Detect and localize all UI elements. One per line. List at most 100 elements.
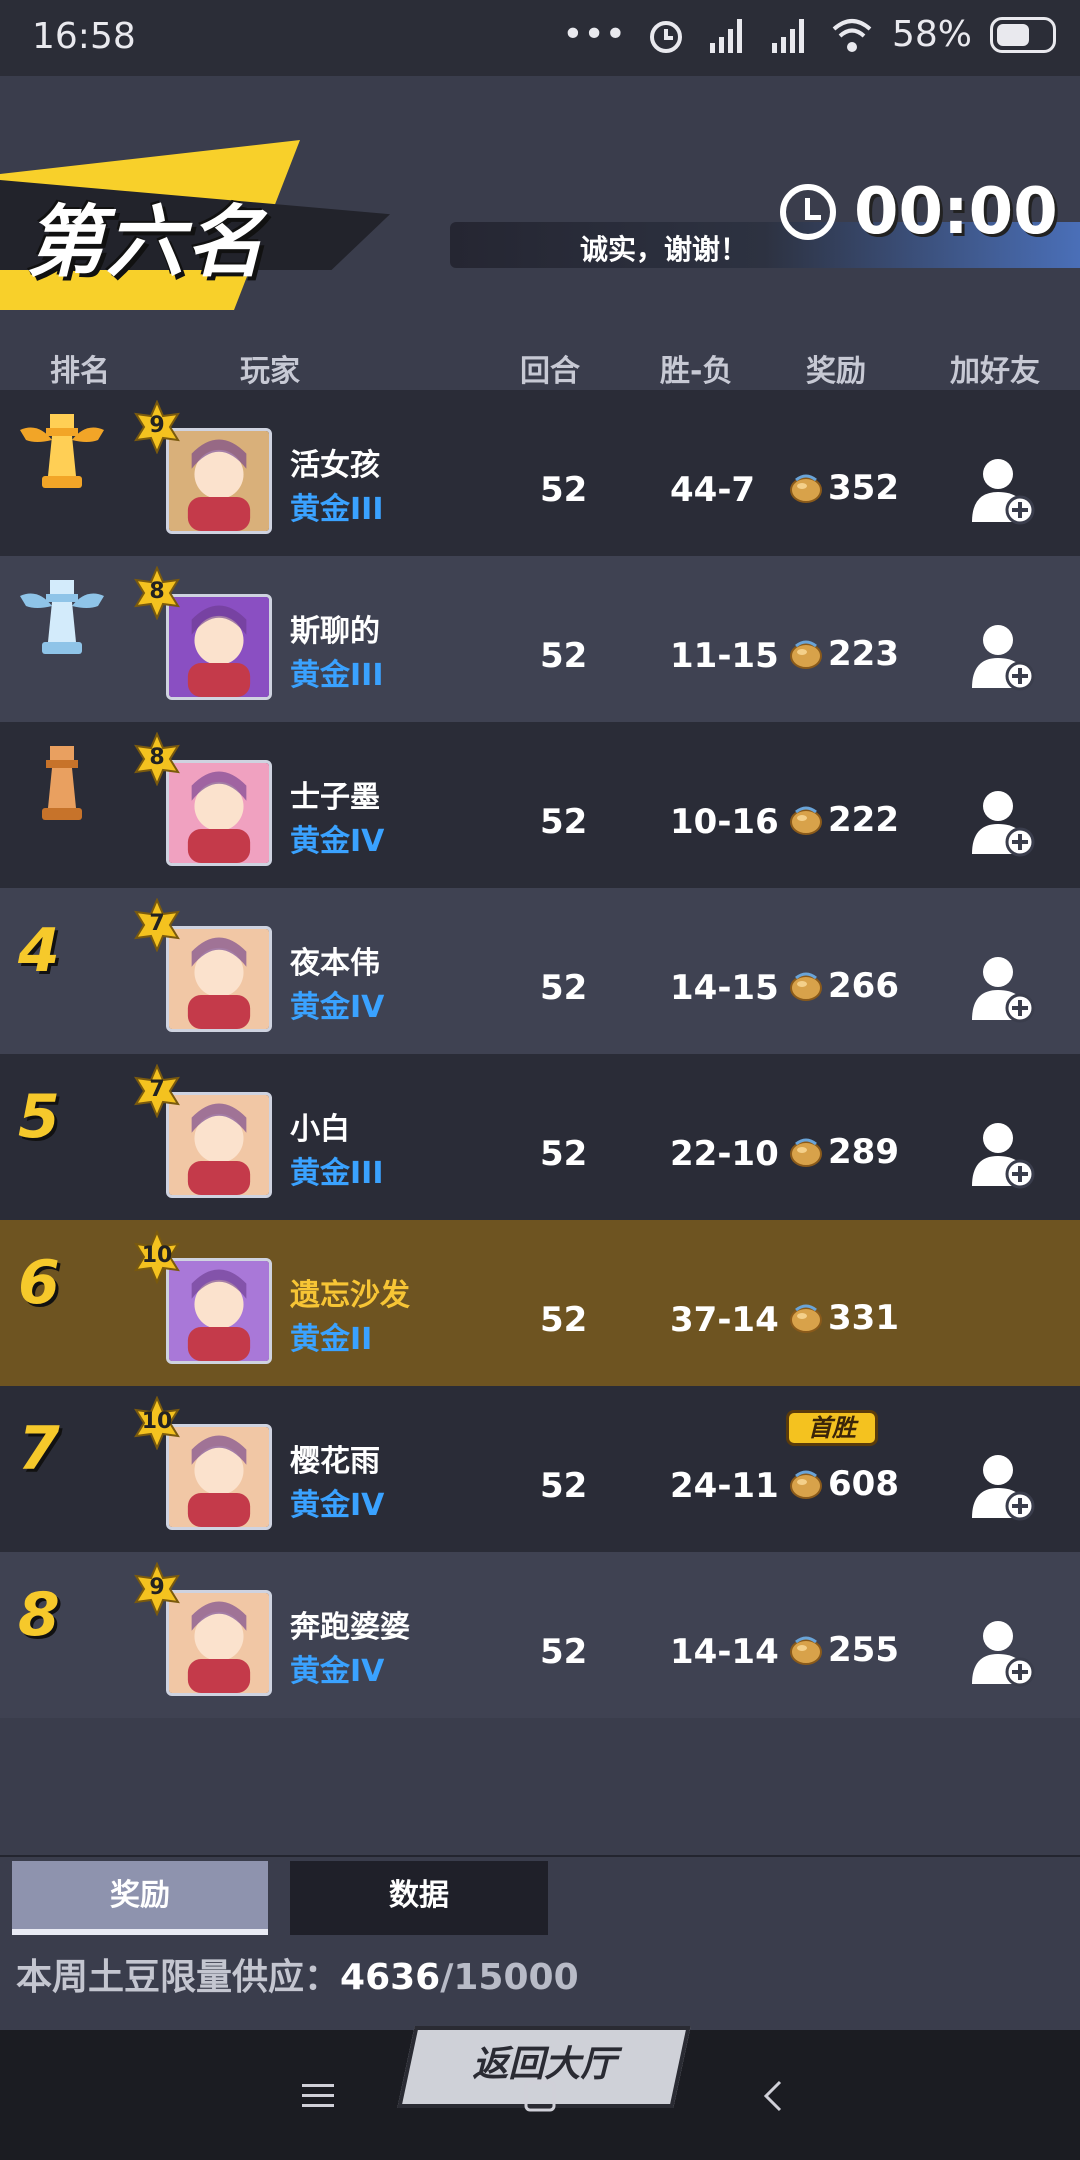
rank-number: 5 <box>18 1082 60 1152</box>
header-round: 回合 <box>520 354 580 389</box>
player-tier: 黄金IV <box>290 1654 385 1689</box>
player-name: 樱花雨 <box>290 1444 380 1479</box>
table-row: 8 9 奔跑婆婆 黄金IV 52 14-14 255 <box>0 1552 1080 1718</box>
menu-icon[interactable] <box>300 2078 336 2114</box>
level-value: 8 <box>149 745 165 770</box>
player-tier: 黄金IV <box>290 990 385 1025</box>
weekly-supply: 本周土豆限量供应：4636/15000 <box>16 1948 579 2000</box>
table-row: 5 7 小白 黄金III 52 22-10 289 <box>0 1054 1080 1220</box>
potato-coin-icon <box>790 1636 822 1665</box>
signal-icon <box>709 18 742 53</box>
potato-coin-icon <box>790 640 822 669</box>
reward-value: 222 <box>828 800 899 840</box>
reward: 331 <box>788 1298 899 1338</box>
reward-value: 255 <box>828 1630 899 1670</box>
reward: 223 <box>788 634 899 674</box>
wifi-icon <box>832 18 872 52</box>
reward-value: 331 <box>828 1298 899 1338</box>
timer: 00:00 <box>780 175 1058 249</box>
reward-value: 223 <box>828 634 899 674</box>
reward: 255 <box>788 1630 899 1670</box>
level-badge: 7 <box>130 1064 184 1118</box>
tab-data[interactable]: 数据 <box>290 1861 548 1935</box>
bottom-tabs: 奖励 数据 <box>0 1855 1080 1937</box>
table-header: 排名 玩家 回合 胜-负 奖励 加好友 <box>0 340 1080 390</box>
level-value: 9 <box>149 1575 165 1600</box>
level-badge: 7 <box>130 898 184 952</box>
reward: 608 <box>788 1464 899 1504</box>
add-friend-icon[interactable] <box>970 622 1036 692</box>
add-friend-icon[interactable] <box>970 1618 1036 1688</box>
signal-icon <box>771 18 804 53</box>
tab-reward[interactable]: 奖励 <box>12 1861 268 1935</box>
home-icon[interactable] <box>522 2078 558 2114</box>
player-name: 斯聊的 <box>290 614 380 649</box>
table-row: 1 9 活女孩 黄金III 52 44-7 <box>0 390 1080 556</box>
win-loss-value: 37-14 <box>670 1300 779 1340</box>
header-win-loss: 胜-负 <box>660 354 733 389</box>
rank-trophy-icon <box>42 746 82 820</box>
potato-coin-icon <box>790 474 822 503</box>
level-badge: 10 <box>130 1396 184 1450</box>
reward: 289 <box>788 1132 899 1172</box>
reward: 222 <box>788 800 899 840</box>
level-value: 10 <box>141 1243 173 1268</box>
supply-current: 4636 <box>340 1957 441 1998</box>
add-friend-icon[interactable] <box>970 788 1036 858</box>
header-add-friend: 加好友 <box>950 354 1040 389</box>
status-time: 16:58 <box>32 16 136 57</box>
player-name: 活女孩 <box>290 448 380 483</box>
level-value: 7 <box>149 1077 165 1102</box>
add-friend-icon[interactable] <box>970 954 1036 1024</box>
header-reward: 奖励 <box>806 354 866 389</box>
header-rank: 排名 <box>50 354 110 389</box>
add-friend-icon[interactable] <box>970 1452 1036 1522</box>
potato-coin-icon <box>790 1470 822 1499</box>
more-dots-icon: ••• <box>562 14 626 55</box>
level-value: 9 <box>149 413 165 438</box>
player-name: 奔跑婆婆 <box>290 1610 410 1645</box>
reward: 352 <box>788 468 899 508</box>
marquee-text: 诚实，谢谢！ <box>580 233 749 266</box>
table-row: 2 8 斯聊的 黄金III 52 11-15 <box>0 556 1080 722</box>
player-name: 夜本伟 <box>290 946 380 981</box>
placement-title: 第六名 <box>26 198 267 288</box>
win-loss-value: 44-7 <box>670 470 756 510</box>
back-icon[interactable] <box>756 2078 792 2114</box>
table-row: 4 7 夜本伟 黄金IV 52 14-15 266 <box>0 888 1080 1054</box>
round-value: 52 <box>540 1134 588 1174</box>
round-value: 52 <box>540 1632 588 1672</box>
win-loss-value: 11-15 <box>670 636 779 676</box>
rank-number: 8 <box>18 1580 60 1650</box>
status-icons: ••• 58% <box>562 14 1056 55</box>
win-loss-value: 24-11 <box>670 1466 779 1506</box>
battery-icon <box>990 16 1056 53</box>
add-friend-icon[interactable] <box>970 456 1036 526</box>
alarm-icon <box>649 20 682 53</box>
round-value: 52 <box>540 1300 588 1340</box>
player-tier: 黄金III <box>290 1156 384 1191</box>
table-row: 7 10 樱花雨 黄金IV 52 24-11 首胜 608 <box>0 1386 1080 1552</box>
level-badge: 10 <box>130 1230 184 1284</box>
reward-value: 289 <box>828 1132 899 1172</box>
add-friend-icon[interactable] <box>970 1120 1036 1190</box>
level-badge: 8 <box>130 566 184 620</box>
header-player: 玩家 <box>240 354 300 389</box>
rank-trophy-icon <box>20 414 104 488</box>
table-row: 3 8 士子墨 黄金IV 52 10-16 <box>0 722 1080 888</box>
table-row: 6 10 遗忘沙发 黄金II 52 37-14 331 <box>0 1220 1080 1386</box>
potato-coin-icon <box>790 972 822 1001</box>
potato-coin-icon <box>790 806 822 835</box>
player-name: 遗忘沙发 <box>290 1278 410 1313</box>
round-value: 52 <box>540 802 588 842</box>
rank-number: 7 <box>18 1414 60 1484</box>
win-loss-value: 10-16 <box>670 802 779 842</box>
potato-coin-icon <box>790 1138 822 1167</box>
player-tier: 黄金IV <box>290 824 385 859</box>
supply-max: /15000 <box>440 1957 579 1998</box>
rank-number: 4 <box>18 916 60 986</box>
win-loss-value: 22-10 <box>670 1134 779 1174</box>
level-value: 8 <box>149 579 165 604</box>
round-value: 52 <box>540 1466 588 1506</box>
level-value: 10 <box>141 1409 173 1434</box>
